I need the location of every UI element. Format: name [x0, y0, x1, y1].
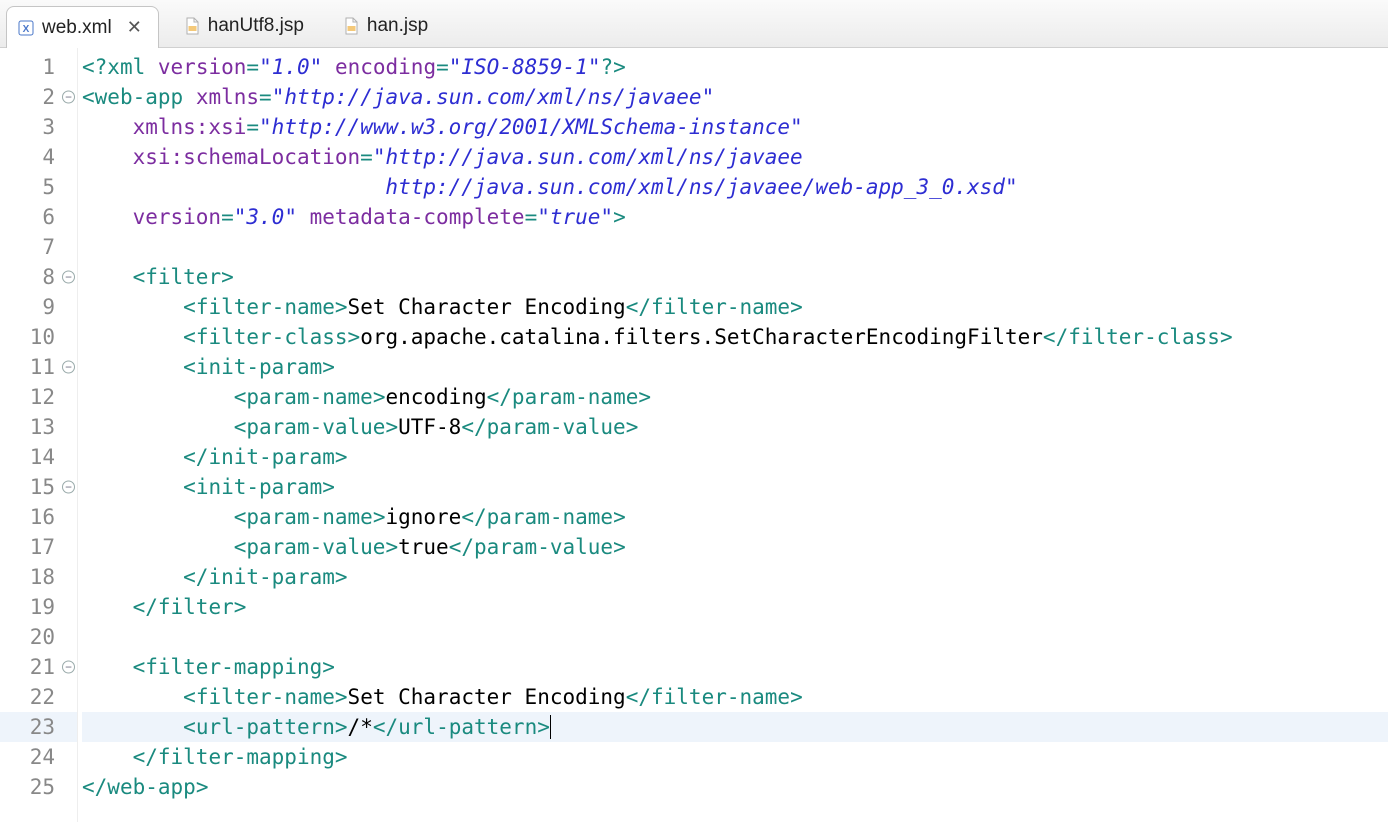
line-number[interactable]: 14 [0, 442, 77, 472]
code-line[interactable]: <param-value>UTF-8</param-value> [82, 412, 1388, 442]
line-number[interactable]: 11− [0, 352, 77, 382]
line-number[interactable]: 4 [0, 142, 77, 172]
line-number[interactable]: 21− [0, 652, 77, 682]
line-number[interactable]: 12 [0, 382, 77, 412]
line-number-gutter[interactable]: 12−345678−91011−12131415−161718192021−22… [0, 48, 78, 822]
editor-body: 12−345678−91011−12131415−161718192021−22… [0, 48, 1388, 822]
code-line[interactable]: <filter-name>Set Character Encoding</fil… [82, 682, 1388, 712]
fold-toggle-icon[interactable]: − [62, 661, 75, 674]
line-number[interactable]: 1 [0, 52, 77, 82]
code-line[interactable]: </init-param> [82, 442, 1388, 472]
editor-tab-han-jsp[interactable]: han.jsp [332, 5, 442, 47]
line-number[interactable]: 23 [0, 712, 77, 742]
line-number[interactable]: 13 [0, 412, 77, 442]
code-line[interactable]: <url-pattern>/*</url-pattern> [82, 712, 1388, 742]
code-line[interactable]: xsi:schemaLocation="http://java.sun.com/… [82, 142, 1388, 172]
code-line[interactable]: <param-value>true</param-value> [82, 532, 1388, 562]
code-line[interactable]: <init-param> [82, 472, 1388, 502]
tab-label: han.jsp [367, 15, 428, 37]
code-line[interactable]: <init-param> [82, 352, 1388, 382]
code-line[interactable]: <filter-name>Set Character Encoding</fil… [82, 292, 1388, 322]
line-number[interactable]: 18 [0, 562, 77, 592]
line-number[interactable]: 20 [0, 622, 77, 652]
line-number[interactable]: 25 [0, 772, 77, 802]
code-line[interactable]: http://java.sun.com/xml/ns/javaee/web-ap… [82, 172, 1388, 202]
code-line[interactable]: </init-param> [82, 562, 1388, 592]
line-number[interactable]: 10 [0, 322, 77, 352]
line-number[interactable]: 3 [0, 112, 77, 142]
code-line[interactable]: </filter> [82, 592, 1388, 622]
tab-bar: Xweb.xml ✕ hanUtf8.jsp han.jsp [0, 0, 1388, 48]
line-number[interactable]: 17 [0, 532, 77, 562]
fold-toggle-icon[interactable]: − [62, 91, 75, 104]
svg-text:X: X [23, 24, 30, 35]
jsp-file-icon [183, 17, 201, 35]
code-line[interactable]: version="3.0" metadata-complete="true"> [82, 202, 1388, 232]
fold-toggle-icon[interactable]: − [62, 271, 75, 284]
line-number[interactable]: 8− [0, 262, 77, 292]
tab-label: hanUtf8.jsp [208, 15, 304, 37]
fold-toggle-icon[interactable]: − [62, 481, 75, 494]
line-number[interactable]: 15− [0, 472, 77, 502]
close-icon[interactable]: ✕ [125, 17, 144, 38]
xml-file-icon: X [17, 19, 35, 37]
code-line[interactable]: <filter> [82, 262, 1388, 292]
code-line[interactable]: </web-app> [82, 772, 1388, 802]
code-area[interactable]: <?xml version="1.0" encoding="ISO-8859-1… [78, 48, 1388, 822]
fold-toggle-icon[interactable]: − [62, 361, 75, 374]
line-number[interactable]: 22 [0, 682, 77, 712]
line-number[interactable]: 6 [0, 202, 77, 232]
editor-tab-web-xml[interactable]: Xweb.xml ✕ [6, 6, 159, 48]
tab-label: web.xml [42, 17, 112, 39]
code-line[interactable] [82, 232, 1388, 262]
code-line[interactable]: xmlns:xsi="http://www.w3.org/2001/XMLSch… [82, 112, 1388, 142]
line-number[interactable]: 5 [0, 172, 77, 202]
code-line[interactable]: <filter-class>org.apache.catalina.filter… [82, 322, 1388, 352]
code-line[interactable]: <param-name>ignore</param-name> [82, 502, 1388, 532]
line-number[interactable]: 19 [0, 592, 77, 622]
code-line[interactable]: <filter-mapping> [82, 652, 1388, 682]
editor-container: Xweb.xml✕hanUtf8.jsphan.jsp 12−345678−91… [0, 0, 1388, 822]
code-line[interactable]: <web-app xmlns="http://java.sun.com/xml/… [82, 82, 1388, 112]
line-number[interactable]: 7 [0, 232, 77, 262]
line-number[interactable]: 24 [0, 742, 77, 772]
editor-tab-hanUtf8-jsp[interactable]: hanUtf8.jsp [173, 5, 318, 47]
code-line[interactable]: </filter-mapping> [82, 742, 1388, 772]
line-number[interactable]: 2− [0, 82, 77, 112]
code-line[interactable]: <?xml version="1.0" encoding="ISO-8859-1… [82, 52, 1388, 82]
jsp-file-icon [342, 17, 360, 35]
code-line[interactable] [82, 622, 1388, 652]
line-number[interactable]: 16 [0, 502, 77, 532]
line-number[interactable]: 9 [0, 292, 77, 322]
code-line[interactable]: <param-name>encoding</param-name> [82, 382, 1388, 412]
